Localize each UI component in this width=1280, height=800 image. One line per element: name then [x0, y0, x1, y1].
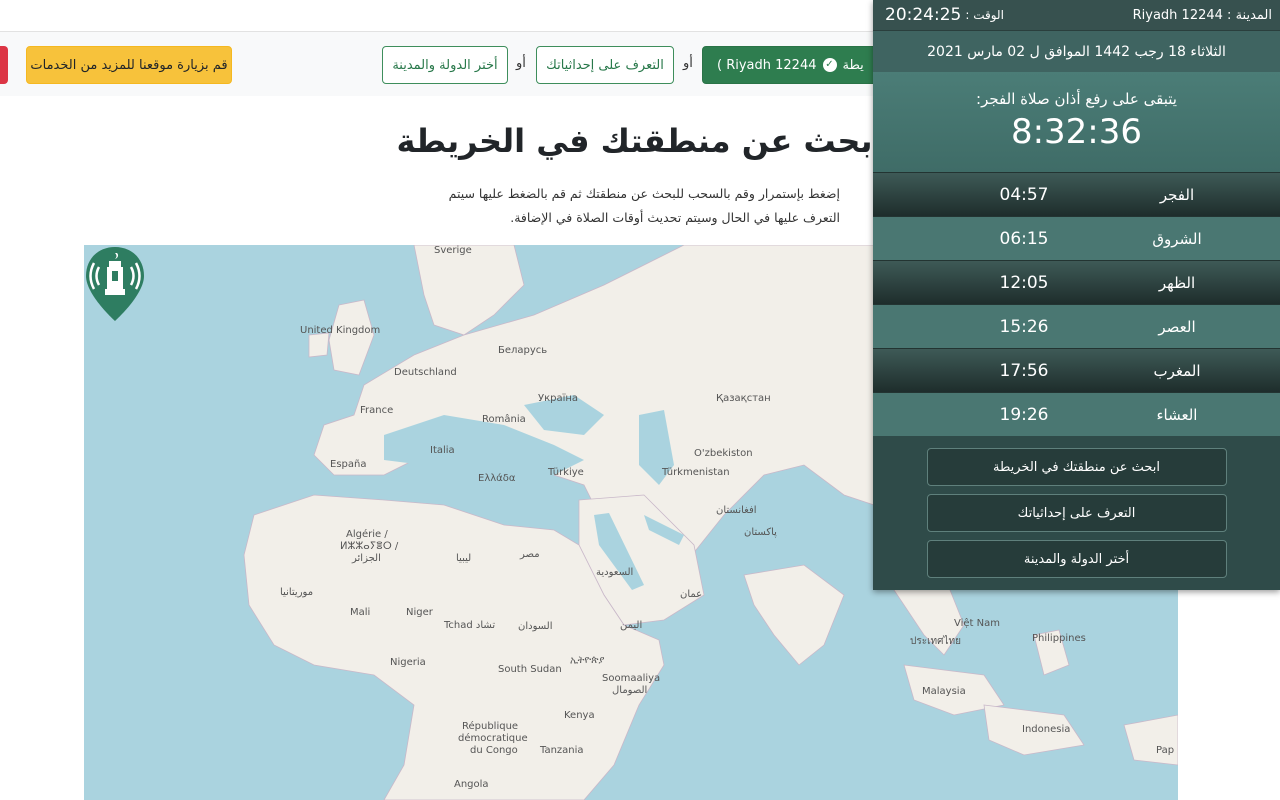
prayer-name: العشاء [1156, 405, 1198, 424]
hijri-gregorian-date: الثلاثاء 18 رجب 1442 الموافق ل 02 مارس 2… [873, 30, 1280, 72]
prayer-time: 12:05 [999, 272, 1049, 293]
current-location-button[interactable]: ( Riyadh 12244 ✓ يطة [702, 46, 892, 84]
map-label: Italia [430, 445, 455, 456]
map-label: افغانستان [716, 505, 757, 516]
map-label: ⵍⵣⵣⴰⵢⴻⵔ / [340, 541, 399, 552]
map-label: Sverige [434, 245, 472, 256]
choose-country-button[interactable]: أختر الدولة والمدينة [926, 540, 1227, 578]
next-prayer-countdown: يتبقى على رفع أذان صلاة الفجر: 8:32:36 [873, 72, 1280, 172]
map-label: Philippines [1032, 633, 1086, 644]
map-label: Tanzania [540, 745, 584, 756]
map-label: South Sudan [498, 664, 562, 675]
map-label: Nigeria [390, 657, 426, 668]
prayer-name: العصر [1158, 317, 1196, 336]
countdown-value: 8:32:36 [1010, 112, 1143, 152]
map-label: Niger [406, 607, 433, 618]
prayer-row-fajr: الفجر 04:57 [873, 172, 1280, 216]
map-label: O'zbekiston [694, 448, 753, 459]
map-label: اليمن [620, 620, 643, 631]
map-label: España [330, 459, 367, 470]
map-label: Malaysia [922, 686, 966, 697]
prayer-row-dhuhr: الظهر 12:05 [873, 260, 1280, 304]
prayer-row-isha: العشاء 19:26 [873, 392, 1280, 436]
time-value: 20:24:25 [885, 5, 962, 25]
prayer-time: 17:56 [999, 360, 1049, 381]
city-label: المدينة : Riyadh 12244 [1132, 7, 1272, 23]
map-label: السودان [518, 621, 553, 632]
map-label: United Kingdom [300, 325, 381, 336]
map-label: موريتانيا [280, 587, 314, 598]
map-label: Türkiye [548, 467, 584, 478]
map-label: Україна [538, 393, 579, 404]
red-button[interactable] [0, 46, 8, 84]
map-label: السعودية [596, 567, 634, 578]
map-label: România [482, 414, 526, 425]
prayer-time: 19:26 [999, 404, 1049, 425]
map-label: الجزائر [352, 553, 381, 564]
visit-website-button[interactable]: قم بزيارة موقعنا للمزيد من الخدمات [26, 46, 232, 84]
prayer-time: 06:15 [999, 228, 1049, 249]
map-label: Kenya [564, 710, 595, 721]
panel-header: المدينة : Riyadh 12244 الوقت : 20:24:25 [873, 0, 1280, 30]
map-label: France [360, 405, 394, 416]
prayer-row-asr: العصر 15:26 [873, 304, 1280, 348]
map-search-button[interactable]: ابحث عن منطقتك في الخريطة [926, 448, 1227, 486]
mosque-location-pin-icon[interactable] [84, 245, 146, 323]
prayer-time: 04:57 [999, 184, 1049, 205]
map-label: Soomaaliya [602, 673, 661, 684]
prayer-row-maghrib: المغرب 17:56 [873, 348, 1280, 392]
prayer-row-sunrise: الشروق 06:15 [873, 216, 1280, 260]
detect-coordinates-button[interactable]: التعرف على إحداثياتك [926, 494, 1227, 532]
page-title: ابحث عن منطقتك في الخريطة [396, 122, 884, 160]
time-label: الوقت : [965, 8, 1004, 22]
prayer-name: المغرب [1153, 361, 1201, 380]
check-circle-icon: ✓ [822, 58, 837, 72]
map-label: Deutschland [394, 367, 457, 378]
map-label: Pap [1156, 745, 1175, 756]
map-label: Tchad تشاد [444, 620, 496, 631]
map-label: عمان [680, 589, 703, 600]
panel-actions: ابحث عن منطقتك في الخريطة التعرف على إحد… [873, 436, 1280, 578]
map-label: Indonesia [1022, 724, 1071, 735]
map-label: Angola [454, 779, 489, 790]
map-label: ประเทศไทย [910, 636, 961, 647]
prayer-name: الشروق [1152, 229, 1202, 248]
map-label: Türkmenistan [662, 467, 730, 478]
page-description: إضغط بإستمرار وقم بالسحب للبحث عن منطقتك… [448, 186, 840, 225]
map-label: مصر [520, 549, 540, 560]
map-label: Mali [350, 607, 371, 618]
map-label: Қазақстан [716, 393, 771, 404]
prayer-times-panel: المدينة : Riyadh 12244 الوقت : 20:24:25 … [873, 0, 1280, 590]
map-label: الصومال [612, 685, 648, 696]
countdown-label: يتبقى على رفع أذان صلاة الفجر: [976, 90, 1177, 108]
map-label: Беларусь [498, 345, 548, 356]
prayer-time: 15:26 [999, 316, 1049, 337]
prayer-name: الفجر [1159, 185, 1195, 204]
or-separator: أو [683, 56, 693, 71]
map-label: ኢትዮጵያ [570, 655, 605, 666]
map-label: ليبيا [456, 553, 472, 564]
current-location-label: ( Riyadh 12244 [717, 57, 817, 73]
map-label: Ελλάδα [478, 473, 516, 484]
current-time: الوقت : 20:24:25 [885, 5, 1004, 25]
map-label: پاکستان [744, 527, 777, 538]
choose-country-button[interactable]: أختر الدولة والمدينة [382, 46, 508, 84]
or-separator: أو [516, 56, 526, 71]
detect-coordinates-button[interactable]: التعرف على إحداثياتك [536, 46, 674, 84]
map-label: Algérie / [346, 529, 388, 540]
map-label: République [462, 721, 519, 732]
map-label: démocratique [458, 733, 528, 744]
map-label: du Congo [470, 745, 518, 756]
map-label: Việt Nam [954, 618, 1001, 629]
prayer-name: الظهر [1158, 273, 1196, 292]
current-location-suffix: يطة [842, 57, 864, 73]
